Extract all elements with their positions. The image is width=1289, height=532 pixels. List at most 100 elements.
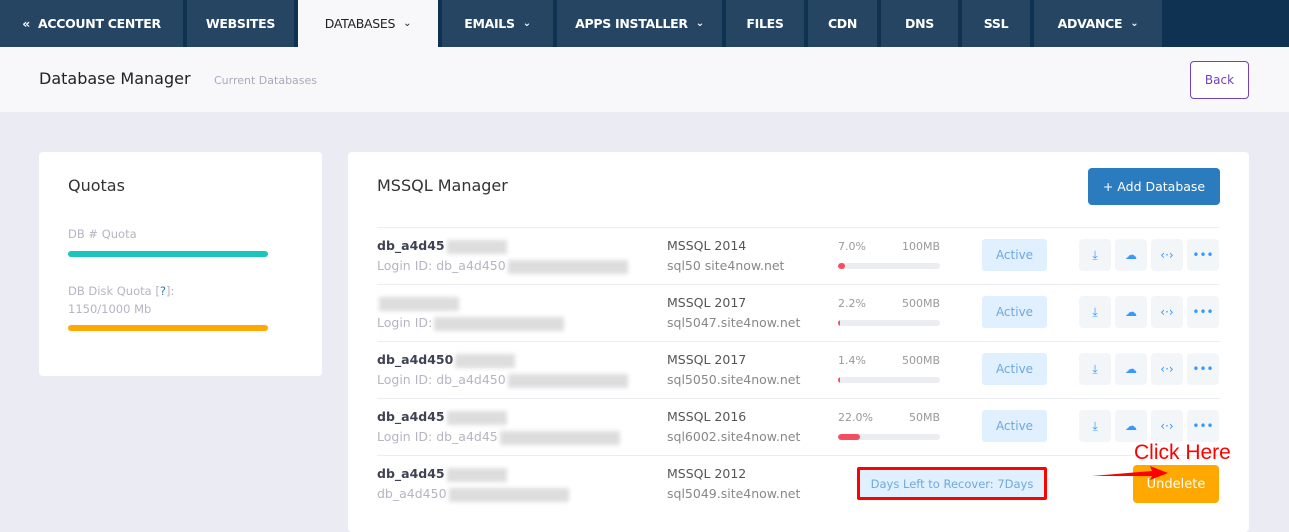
- download-button[interactable]: ⤓: [1079, 410, 1111, 442]
- db-server: sql5050.site4now.net: [667, 372, 801, 387]
- tab-advance[interactable]: ADVANCE ⌄: [1034, 0, 1162, 47]
- disk-quota-label: DB Disk Quota [?]: 1150/1000 Mb: [68, 282, 174, 318]
- db-name: db_a4d45: [377, 466, 445, 481]
- db-version: MSSQL 2017: [667, 295, 747, 310]
- code-button[interactable]: ‹·›: [1151, 239, 1183, 271]
- tab-account-center[interactable]: « ACCOUNT CENTER: [0, 0, 183, 47]
- top-nav: « ACCOUNT CENTER WEBSITES DATABASES ⌄ EMAI…: [0, 0, 1289, 47]
- more-button[interactable]: •••: [1187, 239, 1219, 271]
- cloud-upload-icon: ☁: [1125, 419, 1137, 433]
- usage-bar-fill: [838, 377, 841, 383]
- status-badge: Active: [982, 296, 1047, 328]
- usage-percent: 2.2%: [838, 297, 866, 310]
- back-button[interactable]: Back: [1190, 61, 1249, 99]
- days-left-badge: Days Left to Recover: 7Days: [857, 467, 1047, 500]
- add-database-button[interactable]: + Add Database: [1088, 168, 1220, 205]
- download-button[interactable]: ⤓: [1079, 239, 1111, 271]
- usage-bar: [838, 434, 940, 440]
- tab-dns[interactable]: DNS: [881, 0, 958, 47]
- page-title: Database Manager: [39, 69, 191, 88]
- database-row: db_a4d450 Login ID: db_a4d450 MSSQL 2017…: [377, 341, 1220, 398]
- click-here-annotation: Click Here: [1134, 441, 1231, 464]
- usage-percent: 7.0%: [838, 240, 866, 253]
- cloud-upload-button[interactable]: ☁: [1115, 353, 1147, 385]
- tab-label: ACCOUNT CENTER: [37, 16, 161, 31]
- db-name: db_a4d450: [377, 352, 454, 367]
- code-icon: ‹·›: [1160, 305, 1174, 319]
- db-size: 100MB: [901, 240, 940, 253]
- code-icon: ‹·›: [1160, 419, 1174, 433]
- usage-percent: 22.0%: [838, 411, 873, 424]
- login-id: Login ID:: [377, 315, 433, 330]
- more-button[interactable]: •••: [1187, 353, 1219, 385]
- more-icon: •••: [1192, 248, 1214, 262]
- tab-label: CDN: [827, 16, 858, 31]
- tab-label: ADVANCE: [1057, 16, 1123, 31]
- tab-label: EMAILS: [464, 16, 515, 31]
- usage-bar-fill: [838, 263, 846, 269]
- tab-label: SSL: [983, 16, 1009, 31]
- tab-cdn[interactable]: CDN: [808, 0, 877, 47]
- more-button[interactable]: •••: [1187, 296, 1219, 328]
- db-server: sql50 site4now.net: [667, 258, 785, 273]
- code-button[interactable]: ‹·›: [1151, 296, 1183, 328]
- chevron-down-icon: ⌄: [403, 18, 412, 29]
- more-button[interactable]: •••: [1187, 410, 1219, 442]
- disk-quota-bar: [68, 325, 268, 331]
- download-button[interactable]: ⤓: [1079, 296, 1111, 328]
- db-name: db_a4d45: [377, 238, 445, 253]
- db-server: sql5047.site4now.net: [667, 315, 801, 330]
- login-id: Login ID: db_a4d450: [377, 372, 506, 387]
- database-row: db_a4d45 Login ID: db_a4d450 MSSQL 2014 …: [377, 227, 1220, 284]
- db-quota-label: DB # Quota: [68, 227, 137, 241]
- quotas-title: Quotas: [68, 176, 125, 195]
- code-button[interactable]: ‹·›: [1151, 353, 1183, 385]
- download-button[interactable]: ⤓: [1079, 353, 1111, 385]
- login-id: db_a4d450: [377, 486, 447, 501]
- chevron-down-icon: ⌄: [695, 18, 704, 29]
- db-version: MSSQL 2014: [667, 238, 747, 253]
- code-button[interactable]: ‹·›: [1151, 410, 1183, 442]
- quotas-card: Quotas DB # Quota DB Disk Quota [?]: 1150…: [39, 152, 322, 376]
- status-badge: Active: [982, 410, 1047, 442]
- code-icon: ‹·›: [1160, 248, 1174, 262]
- double-chevron-left-icon: «: [22, 16, 30, 31]
- cloud-upload-icon: ☁: [1125, 248, 1137, 262]
- tab-ssl[interactable]: SSL: [962, 0, 1030, 47]
- db-version: MSSQL 2016: [667, 409, 747, 424]
- tab-label: WEBSITES: [205, 16, 276, 31]
- usage-bar-fill: [838, 434, 861, 440]
- disk-quota-value: 1150/1000 Mb: [68, 302, 152, 316]
- cloud-upload-button[interactable]: ☁: [1115, 410, 1147, 442]
- download-icon: ⤓: [1092, 418, 1098, 433]
- more-icon: •••: [1192, 305, 1214, 319]
- tab-databases[interactable]: DATABASES ⌄: [298, 0, 438, 47]
- db-server: sql6002.site4now.net: [667, 429, 801, 444]
- code-icon: ‹·›: [1160, 362, 1174, 376]
- manager-title: MSSQL Manager: [377, 176, 508, 195]
- cloud-upload-button[interactable]: ☁: [1115, 239, 1147, 271]
- tab-emails[interactable]: EMAILS ⌄: [442, 0, 553, 47]
- db-size: 500MB: [901, 354, 940, 367]
- disk-quota-text: DB Disk Quota [: [68, 284, 160, 298]
- usage-bar: [838, 377, 940, 383]
- download-icon: ⤓: [1092, 247, 1098, 262]
- cloud-upload-icon: ☁: [1125, 305, 1137, 319]
- cloud-upload-button[interactable]: ☁: [1115, 296, 1147, 328]
- page-header: Database Manager Current Databases Back: [0, 47, 1289, 112]
- db-version: MSSQL 2012: [667, 466, 747, 481]
- tab-label: DNS: [905, 16, 934, 31]
- tab-files[interactable]: FILES: [726, 0, 804, 47]
- tab-websites[interactable]: WEBSITES: [187, 0, 294, 47]
- more-icon: •••: [1192, 362, 1214, 376]
- db-name: db_a4d45: [377, 409, 445, 424]
- status-badge: Active: [982, 353, 1047, 385]
- login-id: Login ID: db_a4d45: [377, 429, 498, 444]
- tab-label: FILES: [746, 16, 784, 31]
- cloud-upload-icon: ☁: [1125, 362, 1137, 376]
- tab-apps-installer[interactable]: APPS INSTALLER ⌄: [557, 0, 722, 47]
- download-icon: ⤓: [1092, 361, 1098, 376]
- db-size: 50MB: [908, 411, 940, 424]
- deleted-database-row: db_a4d45 db_a4d450 MSSQL 2012 sql5049.si…: [377, 455, 1220, 512]
- tab-label: APPS INSTALLER: [575, 16, 688, 31]
